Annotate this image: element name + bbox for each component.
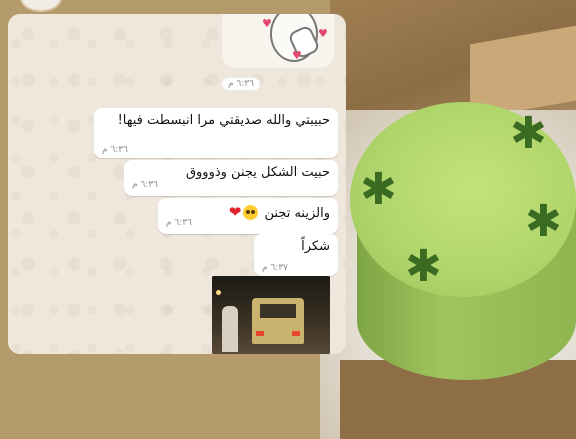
message-text: حبيت الشكل يجنن وذوووق <box>185 165 330 180</box>
chat-conversation: ♥ ♥ ♥ ٦:٣٦ م حبيبتي والله صديقتي مرا انب… <box>8 14 346 354</box>
cake-decoration-splat: ✱ <box>360 164 397 215</box>
message-timestamp: ٦:٣٦ م <box>102 145 128 155</box>
sticker-timestamp: ٦:٣٦ م <box>222 78 260 90</box>
cake-decoration-splat: ✱ <box>525 196 562 247</box>
person-image <box>222 306 238 352</box>
message-bubble[interactable]: والزينه تجنن ❤ ٦:٣٦ م <box>158 198 338 234</box>
message-text: والزينه تجنن <box>264 206 331 221</box>
video-thumbnail[interactable] <box>212 276 330 354</box>
cake-decoration-splat: ✱ <box>405 241 442 292</box>
cake-decoration-splat: ✱ <box>510 108 547 159</box>
heart-icon: ♥ <box>292 49 302 62</box>
avatar <box>20 0 62 12</box>
heart-icon: ♥ <box>262 17 272 30</box>
face-holding-back-tears-icon <box>243 205 259 220</box>
message-bubble[interactable]: شكراً ٦:٣٧ م <box>254 234 338 276</box>
message-timestamp: ٦:٣٧ م <box>262 263 288 273</box>
message-timestamp: ٦:٣٦ م <box>132 180 158 190</box>
message-text: شكراً <box>301 239 330 254</box>
message-timestamp: ٦:٣٦ م <box>166 218 192 228</box>
vehicle-image <box>252 298 304 344</box>
heart-icon: ♥ <box>318 27 328 40</box>
message-bubble[interactable]: حبيت الشكل يجنن وذوووق ٦:٣٦ م <box>124 160 338 196</box>
message-text: حبيبتي والله صديقتي مرا انبسطت فيها! <box>117 113 330 128</box>
message-bubble[interactable]: حبيبتي والله صديقتي مرا انبسطت فيها! ٦:٣… <box>94 108 338 158</box>
red-heart-icon: ❤ <box>228 203 242 221</box>
sticker-message[interactable]: ♥ ♥ ♥ <box>222 14 334 68</box>
street-light <box>216 290 221 295</box>
